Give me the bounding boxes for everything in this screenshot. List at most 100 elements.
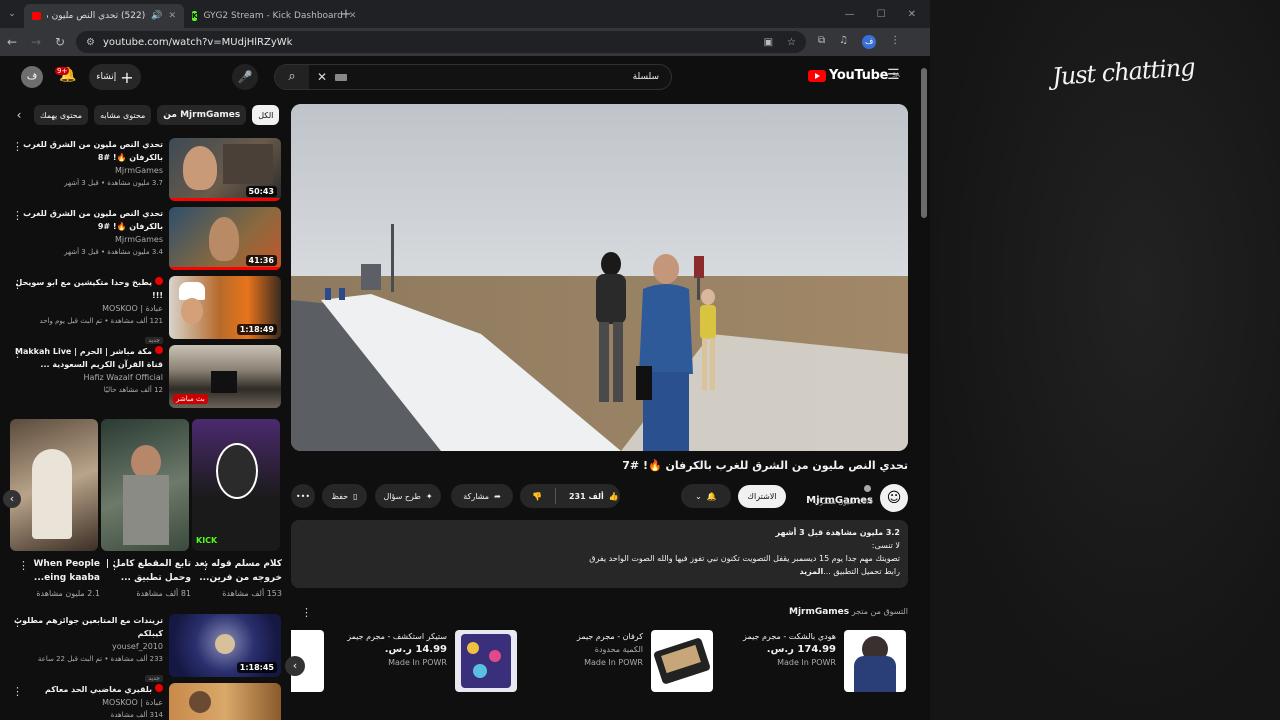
chip-related[interactable]: محتوى مشابه	[94, 105, 152, 125]
sparkle-icon: ✦	[425, 491, 433, 501]
new-tab-button[interactable]: +	[334, 7, 358, 22]
ask-button[interactable]: طرح سؤال ✦	[375, 484, 441, 508]
channel-name[interactable]: Hafiz Wazalf Official	[13, 371, 163, 384]
voice-search-icon[interactable]: 🎤	[232, 64, 258, 90]
video-title[interactable]: بلقيري مغاضبي الحد معاكم	[13, 683, 163, 696]
product-image[interactable]	[651, 630, 713, 692]
scrollbar-thumb[interactable]	[921, 68, 927, 218]
product-name[interactable]: كرفان - مجرم جيمز	[543, 630, 643, 643]
tab-kick[interactable]: K GYG2 Stream - Kick Dashboard ✕	[184, 4, 356, 28]
more-options-icon[interactable]: ⋮	[301, 606, 312, 619]
more-link[interactable]: المزيد	[799, 567, 823, 576]
product-name[interactable]: ستيكر استكشف - مجرم جيمز	[347, 630, 447, 643]
product-card[interactable]: كرفان - مجرم جيمز الكمية محدودة Made In …	[533, 630, 713, 694]
video-thumbnail[interactable]	[169, 683, 281, 720]
reload-icon[interactable]: ↻	[48, 35, 72, 49]
product-card[interactable]: ستيكر استكشف - مجرم جيمز 14.99 ر.س. Made…	[337, 630, 517, 694]
channel-avatar[interactable]: ☺	[880, 484, 908, 512]
chevron-down-icon: ⌄	[695, 491, 702, 501]
video-title[interactable]: تحدي النص مليون من الشرق للغرب بالكرفان …	[13, 207, 163, 233]
video-title[interactable]: تحدي النص مليون من الشرق للغرب بالكرفان …	[13, 138, 163, 164]
bookmark-star-icon[interactable]: ☆	[787, 37, 796, 48]
chip-from-channel[interactable]: من MjrmGames	[157, 105, 247, 125]
chip-for-you[interactable]: محتوى يهمك	[34, 105, 89, 125]
youtube-logo[interactable]: YouTube SA	[808, 68, 900, 83]
product-card[interactable]: هودي بالشكت - مجرم جيمز 174.99 ر.س. Made…	[726, 630, 906, 694]
shorts-left-arrow-icon[interactable]: ‹	[3, 490, 21, 508]
short-thumbnail[interactable]	[10, 419, 98, 551]
product-image[interactable]	[455, 630, 517, 692]
video-title[interactable]: مكة مباشر | الحرم | Makkah Live قناة الق…	[13, 345, 163, 371]
description-box[interactable]: 3.2 مليون مشاهدة قبل 3 أشهر لا تنسى: تصو…	[291, 520, 908, 588]
more-actions-button[interactable]: •••	[291, 484, 315, 508]
back-icon[interactable]: ←	[0, 35, 24, 49]
subscribe-button[interactable]: الاشتراك	[738, 485, 786, 508]
like-count[interactable]: 231 ألف	[569, 492, 604, 501]
browser-menu-icon[interactable]: ⋮	[890, 35, 900, 49]
forward-icon[interactable]: →	[24, 35, 48, 49]
product-name[interactable]: هودي بالشكت - مجرم جيمز	[736, 630, 836, 643]
like-icon[interactable]: 👍	[609, 492, 619, 501]
notification-toggle[interactable]: ⌄ 🔔	[681, 484, 731, 508]
list-item[interactable]: ⋮ تحدي النص مليون من الشرق للغرب بالكرفا…	[0, 138, 285, 204]
video-thumbnail[interactable]: 1:18:45	[169, 614, 281, 677]
keyboard-icon[interactable]	[335, 73, 348, 81]
product-image[interactable]	[844, 630, 906, 692]
more-options-icon[interactable]: ⋮	[200, 559, 211, 572]
menu-hamburger-icon[interactable]: ☰	[887, 67, 900, 83]
video-thumbnail[interactable]: بث مباشر	[169, 345, 281, 408]
product-made-in: Made In POWR	[777, 658, 836, 667]
save-button[interactable]: حفظ ▯	[322, 484, 367, 508]
short-title[interactable]: When People ...eing kaaba	[10, 557, 101, 585]
dislike-icon[interactable]: 👎	[532, 492, 542, 501]
extensions-icon[interactable]: ⧉	[818, 35, 825, 49]
channel-name[interactable]: عبادة | MOSKOO	[13, 302, 163, 315]
video-thumbnail[interactable]: 50:43	[169, 138, 281, 201]
video-thumbnail[interactable]: 41:36	[169, 207, 281, 270]
share-button[interactable]: مشاركة ➦	[451, 484, 513, 508]
close-tab-icon[interactable]: ✕	[168, 11, 176, 21]
search-box[interactable]: ⌕ ✕ سلسلة	[274, 64, 672, 90]
more-options-icon[interactable]: ⋮	[109, 559, 120, 572]
list-item[interactable]: ⋮ تريندات مع المتابعين جوائزهم مطلوب كيب…	[0, 614, 285, 682]
shop-heading-channel[interactable]: MjrmGames	[789, 607, 849, 617]
channel-name[interactable]: MjrmGames	[13, 164, 163, 177]
channel-name[interactable]: MjrmGames	[13, 233, 163, 246]
video-thumbnail[interactable]: 1:18:49	[169, 276, 281, 339]
list-item[interactable]: ⋮ يطبخ وحدا متكيشين مع ابو سويحل !!! عبا…	[0, 276, 285, 344]
minimize-icon[interactable]: —	[845, 9, 855, 20]
search-icon[interactable]: ⌕	[275, 65, 309, 89]
profile-avatar[interactable]: ف	[862, 35, 877, 49]
create-button[interactable]: إنشاء +	[89, 64, 141, 90]
short-thumbnail[interactable]	[101, 419, 189, 551]
close-window-icon[interactable]: ✕	[908, 9, 916, 20]
tab-title: (522) تحدي النص مليون من	[47, 11, 146, 21]
list-item[interactable]: ⋮ تحدي النص مليون من الشرق للغرب بالكرفا…	[0, 207, 285, 273]
video-title: تحدي النص مليون من الشرق للغرب بالكرفان …	[622, 459, 908, 472]
media-controls-icon[interactable]: ♫	[839, 35, 848, 49]
tab-search-icon[interactable]: ⌄	[0, 9, 24, 19]
search-input[interactable]: سلسلة	[633, 72, 659, 82]
video-player[interactable]	[291, 104, 908, 451]
chip-all[interactable]: الكل	[252, 105, 280, 125]
channel-name[interactable]: عبادة | MOSKOO	[13, 696, 163, 709]
clear-search-icon[interactable]: ✕	[317, 70, 327, 84]
filter-chips: ‹ محتوى يهمك محتوى مشابه من MjrmGames ال…	[10, 104, 282, 126]
url-field[interactable]: ⚙ youtube.com/watch?v=MUdjHlRZyWk ▣ ☆	[76, 31, 806, 53]
channel-name[interactable]: yousef_2010	[13, 640, 163, 653]
video-title[interactable]: تريندات مع المتابعين جوائزهم مطلوب كيبلك…	[13, 614, 163, 640]
avatar[interactable]: ف	[21, 66, 43, 88]
list-item[interactable]: ⋮ مكة مباشر | الحرم | Makkah Live قناة ا…	[0, 345, 285, 411]
speaker-icon[interactable]: 🔊	[151, 11, 162, 21]
new-badge: جديد	[145, 675, 163, 682]
chips-left-arrow-icon[interactable]: ‹	[10, 108, 28, 122]
shop-left-arrow-icon[interactable]: ‹	[285, 656, 305, 676]
list-item[interactable]: ⋮ بلقيري مغاضبي الحد معاكم عبادة | MOSKO…	[0, 683, 285, 720]
site-info-icon[interactable]: ⚙	[86, 37, 95, 48]
maximize-icon[interactable]: ☐	[877, 9, 886, 20]
bookmark-icon: ▯	[353, 491, 358, 501]
tab-youtube[interactable]: (522) تحدي النص مليون من 🔊 ✕	[24, 4, 184, 28]
video-title[interactable]: يطبخ وحدا متكيشين مع ابو سويحل !!!	[13, 276, 163, 302]
short-thumbnail[interactable]: KICK	[192, 419, 280, 551]
cast-icon[interactable]: ▣	[764, 37, 773, 48]
